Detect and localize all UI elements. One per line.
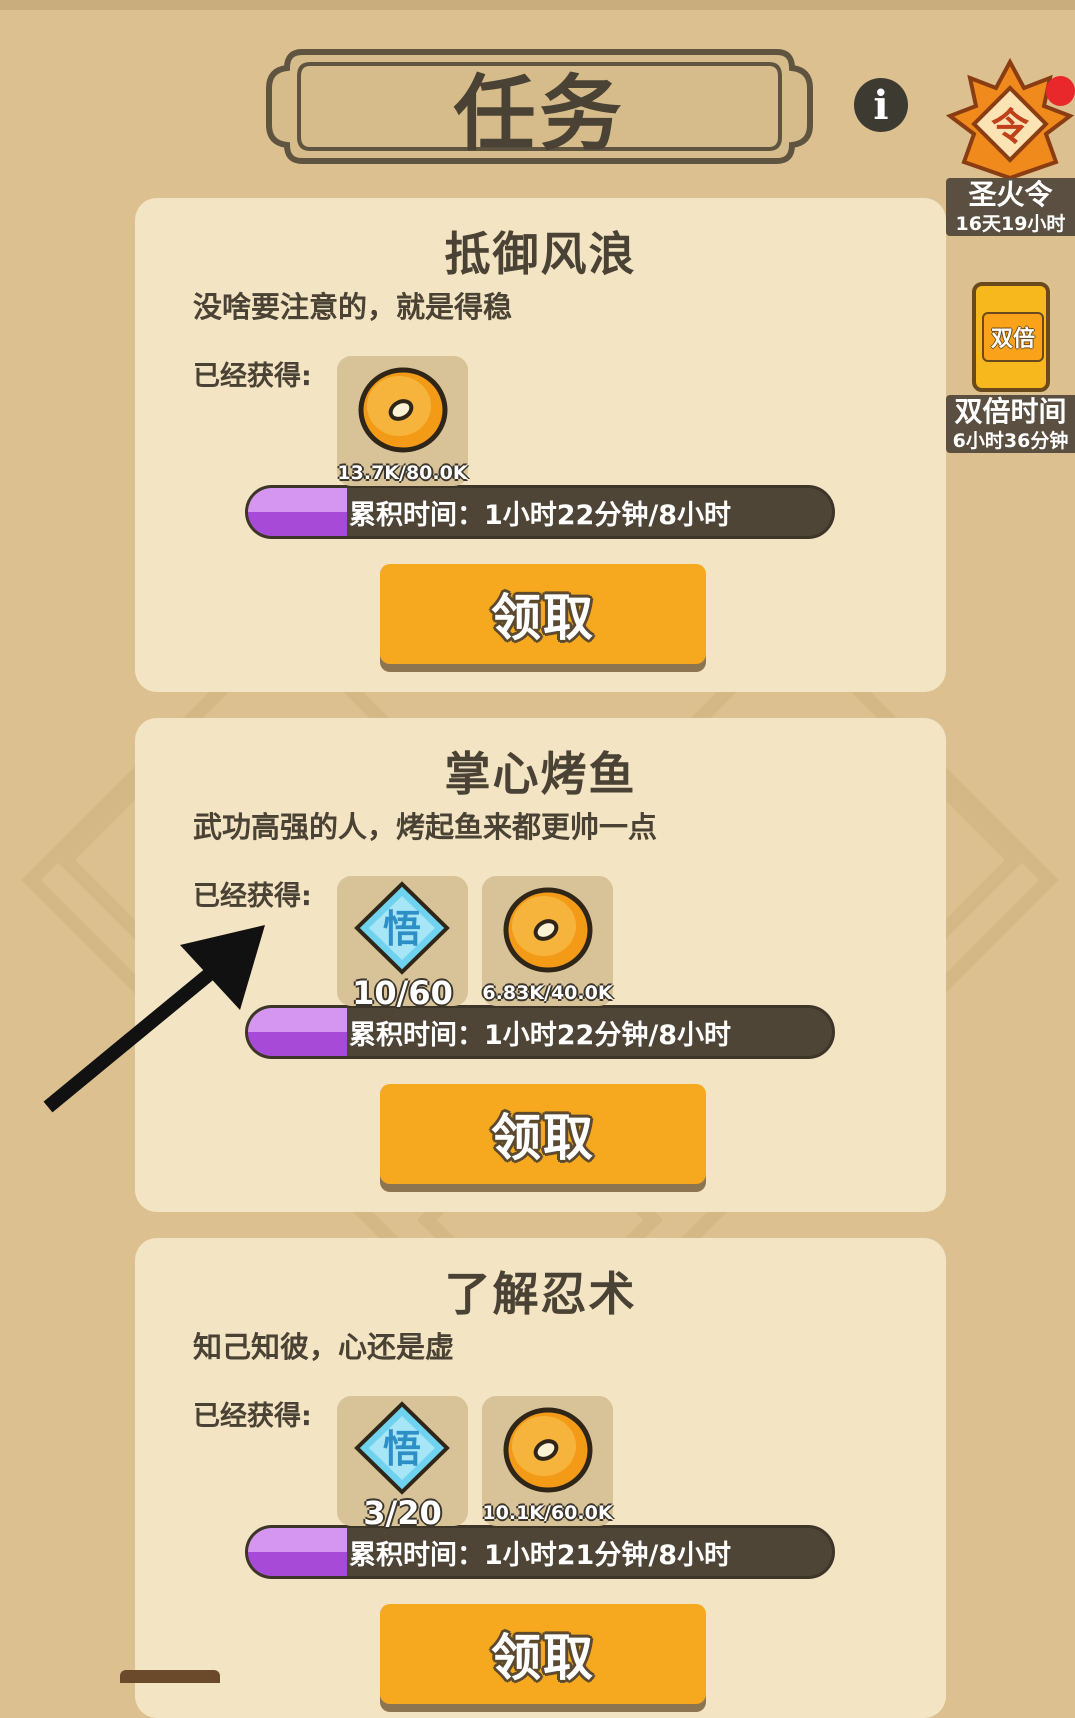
task-title: 了解忍术 (444, 1267, 637, 1321)
token-time: 16天19小时 (955, 213, 1066, 235)
reward-slot[interactable]: 10.1K/60.0K (482, 1396, 613, 1526)
task-title: 抵御风浪 (444, 227, 637, 281)
accumulate-progress-bar: 累积时间：1小时22分钟/8小时 (245, 485, 835, 539)
accumulate-progress-bar: 累积时间：1小时22分钟/8小时 (245, 1005, 835, 1059)
task-card: 了解忍术 知己知彼，心还是虚 已经获得: 累积时间：1小时21分钟/8小时 领取… (135, 1238, 946, 1718)
reward-count: 10.1K/60.0K (482, 1502, 613, 1524)
notification-dot (1046, 76, 1075, 106)
task-description: 知己知彼，心还是虚 (193, 1330, 455, 1364)
bottom-tab-stub (120, 1670, 220, 1683)
pointer-arrow-icon (43, 925, 265, 1113)
task-description: 没啥要注意的，就是得稳 (193, 290, 513, 324)
info-icon: i (873, 81, 889, 129)
reward-count: 3/20 (363, 1494, 442, 1532)
token-label-box: 圣火令 16天19小时 (946, 178, 1075, 236)
svg-text:悟: 悟 (383, 1427, 421, 1471)
progress-text: 累积时间：1小时22分钟/8小时 (348, 1019, 731, 1051)
double-time-widget[interactable]: 双倍 双倍时间 6小时36分钟 (946, 280, 1075, 465)
svg-text:令: 令 (991, 105, 1030, 149)
double-card-icon: 双倍 (972, 282, 1050, 392)
earned-label: 已经获得: (193, 881, 312, 912)
info-button[interactable]: i (854, 78, 908, 132)
task-card: 抵御风浪 没啥要注意的，就是得稳 已经获得: 累积时间：1小时22分钟/8小时 … (135, 198, 946, 692)
double-label-box: 双倍时间 6小时36分钟 (946, 395, 1075, 453)
top-edge (0, 0, 1075, 10)
earned-label: 已经获得: (193, 361, 312, 392)
reward-slot[interactable]: 6.83K/40.0K (482, 876, 613, 1006)
accumulate-progress-bar: 累积时间：1小时21分钟/8小时 (245, 1525, 835, 1579)
title-banner: 任务 (262, 44, 817, 169)
svg-text:悟: 悟 (383, 907, 421, 951)
reward-count: 13.7K/80.0K (337, 462, 468, 484)
task-title: 掌心烤鱼 (444, 747, 637, 801)
reward-count: 10/60 (352, 974, 453, 1012)
page-title: 任务 (453, 67, 626, 162)
reward-slot[interactable]: 悟 10/60 (337, 876, 468, 1012)
task-description: 武功高强的人，烤起鱼来都更帅一点 (193, 810, 658, 844)
double-label: 双倍时间 (954, 395, 1067, 428)
token-label: 圣火令 (968, 178, 1053, 211)
earned-label: 已经获得: (193, 1401, 312, 1432)
double-time: 6小时36分钟 (952, 430, 1069, 452)
reward-slot[interactable]: 13.7K/80.0K (337, 356, 468, 486)
claim-button[interactable]: 领取 (380, 1604, 706, 1704)
reward-count: 6.83K/40.0K (482, 982, 613, 1004)
claim-button[interactable]: 领取 (380, 564, 706, 664)
claim-button[interactable]: 领取 (380, 1084, 706, 1184)
progress-text: 累积时间：1小时22分钟/8小时 (348, 499, 731, 531)
progress-text: 累积时间：1小时21分钟/8小时 (348, 1539, 731, 1571)
reward-slot[interactable]: 悟 3/20 (337, 1396, 468, 1532)
